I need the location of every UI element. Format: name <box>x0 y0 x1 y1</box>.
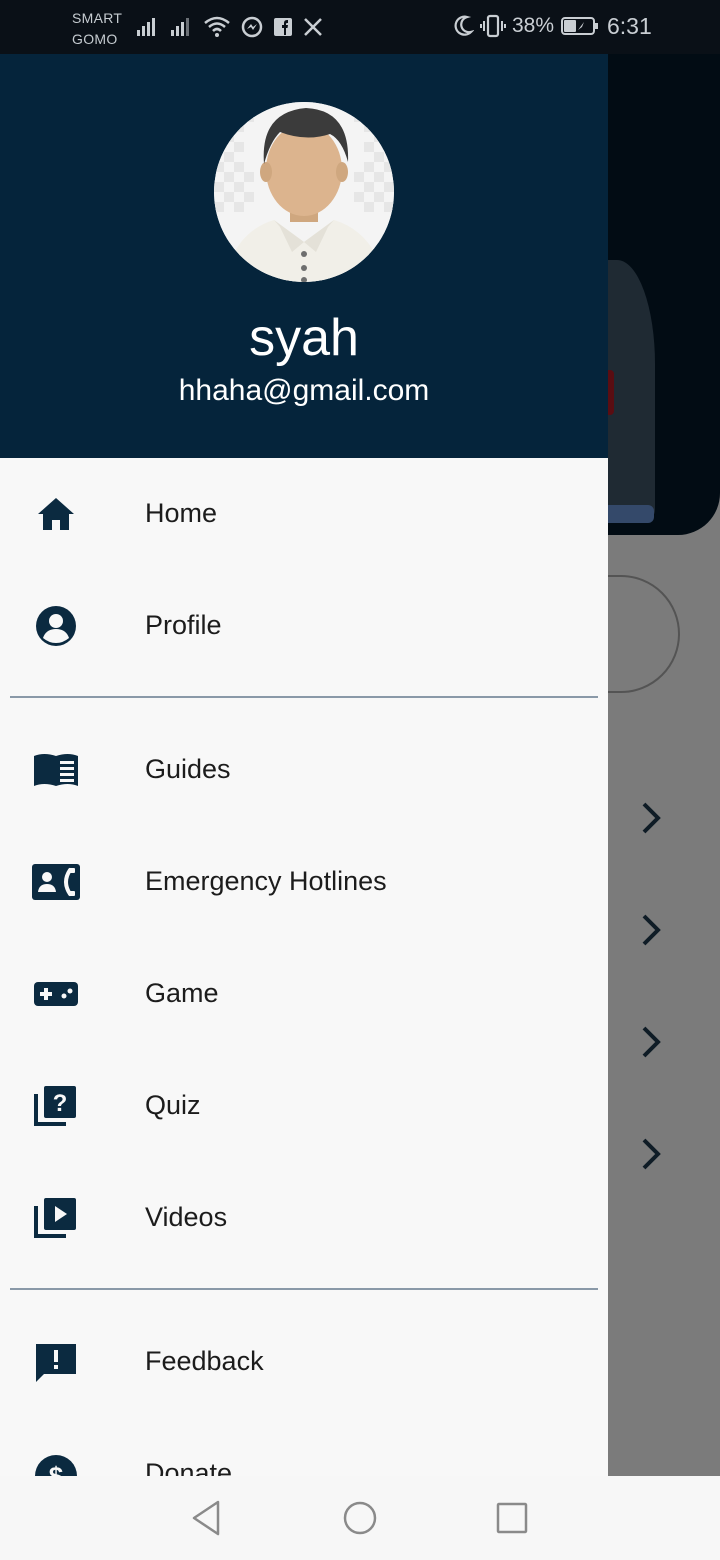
clock: 6:31 <box>607 13 652 39</box>
menu-item-label: Donate <box>145 1458 233 1476</box>
user-name: syah <box>249 309 359 367</box>
menu-item-label: Quiz <box>145 1090 201 1120</box>
menu-item-label: Game <box>145 978 219 1008</box>
menu-item-game[interactable]: Game <box>0 938 608 1050</box>
chevron-right-icon <box>636 1134 666 1174</box>
home-icon <box>38 498 74 530</box>
drawer-header: syah hhaha@gmail.com <box>0 54 608 458</box>
status-icons-right: 38% <box>452 14 600 38</box>
contact-phone-icon <box>32 864 80 900</box>
person-avatar-icon <box>214 102 394 282</box>
menu-item-profile[interactable]: Profile <box>0 570 608 682</box>
carrier-name: SMART <box>72 10 123 26</box>
menu-item-videos[interactable]: Videos <box>0 1162 608 1274</box>
menu-item-quiz[interactable]: ? Quiz <box>0 1050 608 1162</box>
menu-item-donate[interactable]: $ Donate <box>0 1418 608 1476</box>
carrier-name-secondary: GOMO <box>72 31 118 47</box>
book-icon <box>34 754 78 786</box>
moon-icon <box>454 15 474 36</box>
menu-divider <box>10 1288 598 1290</box>
wifi-icon <box>204 16 230 37</box>
recents-square-icon[interactable] <box>492 1498 532 1538</box>
menu-item-label: Home <box>145 498 218 528</box>
back-icon[interactable] <box>186 1498 226 1538</box>
facebook-icon <box>274 18 292 36</box>
menu-item-label: Profile <box>145 610 222 640</box>
donate-icon: $ <box>35 1455 77 1476</box>
menu-item-label: Guides <box>145 754 231 784</box>
chevron-right-icon <box>636 1022 666 1062</box>
svg-text:?: ? <box>53 1090 68 1117</box>
menu-item-guides[interactable]: Guides <box>0 714 608 826</box>
chevron-right-icon <box>636 910 666 950</box>
system-navigation-bar <box>0 1476 720 1560</box>
navigation-drawer: syah hhaha@gmail.com Home Profile Guides <box>0 54 608 1476</box>
menu-item-label: Emergency Hotlines <box>145 866 387 896</box>
menu-item-label: Videos <box>145 1202 228 1232</box>
account-circle-icon <box>36 606 76 646</box>
menu-item-feedback[interactable]: Feedback <box>0 1306 608 1418</box>
vibrate-icon <box>480 14 506 38</box>
home-circle-icon[interactable] <box>340 1498 380 1538</box>
status-icons-left <box>135 15 323 39</box>
user-email: hhaha@gmail.com <box>178 374 430 407</box>
svg-text:$: $ <box>49 1461 64 1476</box>
battery-percent: 38% <box>512 14 555 37</box>
quiz-icon: ? <box>34 1086 76 1126</box>
menu-item-home[interactable]: Home <box>0 458 608 570</box>
feedback-icon <box>36 1344 76 1382</box>
status-bar: SMART GOMO 38% 6:31 <box>0 0 720 54</box>
signal-icon <box>171 18 189 36</box>
menu-item-label: Feedback <box>145 1346 264 1376</box>
menu-divider <box>10 696 598 698</box>
x-twitter-icon <box>304 18 322 36</box>
carrier-label: SMART GOMO <box>72 8 122 50</box>
avatar[interactable] <box>214 102 394 282</box>
signal-icon <box>137 18 155 36</box>
battery-icon <box>561 17 599 35</box>
chevron-right-icon <box>636 798 666 838</box>
messenger-icon <box>241 16 263 38</box>
menu-item-emergency-hotlines[interactable]: Emergency Hotlines <box>0 826 608 938</box>
gamepad-icon <box>34 982 78 1006</box>
video-library-icon <box>34 1198 76 1238</box>
